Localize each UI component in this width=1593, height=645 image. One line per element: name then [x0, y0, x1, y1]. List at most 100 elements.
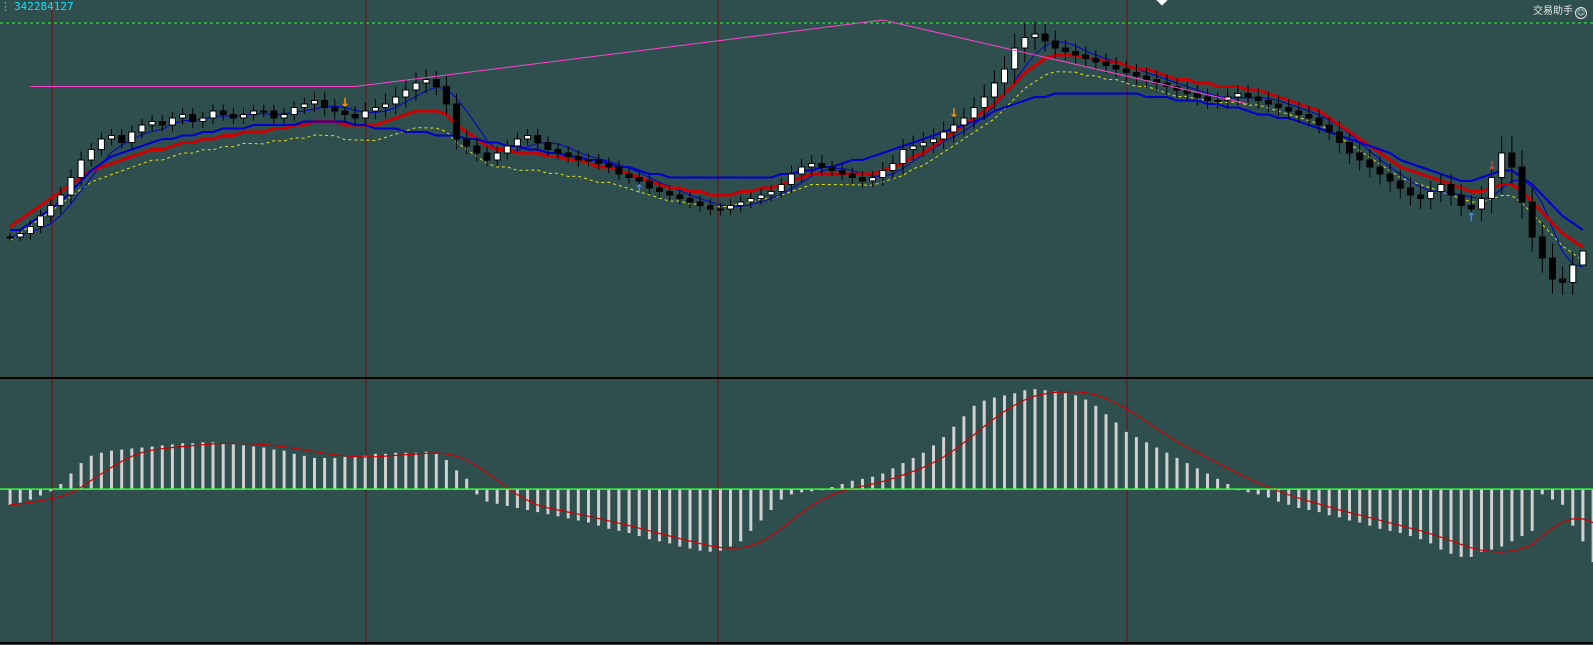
bull-candle[interactable] — [777, 184, 785, 192]
bear-candle[interactable] — [615, 166, 623, 175]
bear-candle[interactable] — [1193, 93, 1201, 98]
bear-candle[interactable] — [828, 166, 836, 171]
bull-candle[interactable] — [290, 107, 298, 115]
bull-candle[interactable] — [311, 100, 318, 105]
bull-candle[interactable] — [879, 170, 887, 178]
bull-candle[interactable] — [1488, 177, 1496, 199]
bear-candle[interactable] — [1041, 33, 1049, 42]
bull-candle[interactable] — [524, 135, 532, 140]
bull-candle[interactable] — [493, 152, 501, 161]
bull-candle[interactable] — [412, 82, 420, 91]
bull-candle[interactable] — [899, 149, 907, 164]
bear-candle[interactable] — [1112, 65, 1120, 70]
bull-candle[interactable] — [361, 110, 369, 119]
bear-candle[interactable] — [574, 156, 582, 161]
bear-candle[interactable] — [1264, 100, 1272, 105]
bear-candle[interactable] — [1295, 110, 1303, 115]
smiley-icon[interactable]: ☺ — [1575, 7, 1587, 19]
bear-candle[interactable] — [1275, 103, 1282, 108]
bull-candle[interactable] — [300, 103, 308, 108]
bull-candle[interactable] — [250, 110, 258, 115]
bull-candle[interactable] — [168, 117, 176, 126]
bull-candle[interactable] — [889, 163, 897, 171]
bear-candle[interactable] — [625, 173, 633, 178]
bear-candle[interactable] — [1457, 194, 1465, 206]
bull-candle[interactable] — [402, 89, 410, 98]
bull-candle[interactable] — [585, 159, 592, 162]
bear-candle[interactable] — [838, 170, 846, 175]
bull-candle[interactable] — [767, 191, 775, 196]
bull-candle[interactable] — [199, 117, 207, 122]
bear-candle[interactable] — [1244, 93, 1252, 98]
bear-candle[interactable] — [453, 103, 461, 140]
bear-candle[interactable] — [1417, 194, 1425, 199]
bear-candle[interactable] — [818, 163, 826, 168]
bear-candle[interactable] — [331, 107, 339, 112]
bear-candle[interactable] — [1132, 72, 1140, 77]
bear-candle[interactable] — [1366, 159, 1374, 168]
bear-candle[interactable] — [1376, 166, 1384, 175]
bull-candle[interactable] — [1569, 264, 1577, 283]
bull-candle[interactable] — [37, 215, 44, 227]
bull-candle[interactable] — [909, 145, 917, 150]
bear-candle[interactable] — [1406, 187, 1414, 196]
bear-candle[interactable] — [595, 159, 603, 164]
bear-candle[interactable] — [1122, 68, 1130, 73]
bear-candle[interactable] — [1346, 142, 1353, 154]
bull-candle[interactable] — [382, 103, 389, 108]
trade-assistant-label[interactable]: 交易助手 ☺ — [1533, 2, 1587, 19]
bear-candle[interactable] — [1538, 236, 1546, 259]
bull-candle[interactable] — [392, 96, 400, 105]
bear-candle[interactable] — [1082, 54, 1090, 59]
bear-candle[interactable] — [859, 177, 866, 182]
bear-candle[interactable] — [1325, 124, 1333, 133]
bull-candle[interactable] — [1234, 93, 1242, 98]
bear-candle[interactable] — [321, 100, 329, 108]
bull-candle[interactable] — [57, 194, 65, 206]
bull-candle[interactable] — [808, 163, 816, 168]
bear-candle[interactable] — [1061, 47, 1069, 52]
bear-candle[interactable] — [1102, 61, 1110, 66]
bear-candle[interactable] — [1386, 173, 1394, 182]
bear-candle[interactable] — [1508, 152, 1516, 168]
bear-candle[interactable] — [219, 110, 227, 115]
bull-candle[interactable] — [1579, 250, 1587, 266]
bear-candle[interactable] — [1072, 51, 1080, 56]
bear-candle[interactable] — [1356, 152, 1364, 161]
bull-candle[interactable] — [503, 145, 511, 154]
bull-candle[interactable] — [128, 131, 136, 143]
bull-candle[interactable] — [422, 79, 430, 84]
bear-candle[interactable] — [1143, 75, 1151, 80]
bear-candle[interactable] — [1467, 205, 1475, 210]
bull-candle[interactable] — [990, 82, 998, 98]
bear-candle[interactable] — [706, 205, 714, 210]
bear-candle[interactable] — [442, 86, 450, 105]
bear-candle[interactable] — [118, 135, 126, 143]
bear-candle[interactable] — [1335, 131, 1343, 143]
bull-candle[interactable] — [940, 131, 948, 140]
bear-candle[interactable] — [351, 114, 359, 119]
bull-candle[interactable] — [950, 124, 958, 133]
bull-candle[interactable] — [26, 226, 34, 234]
bull-candle[interactable] — [240, 114, 247, 119]
bear-candle[interactable] — [1285, 107, 1293, 112]
bear-candle[interactable] — [229, 114, 237, 119]
bear-candle[interactable] — [534, 135, 542, 143]
bear-candle[interactable] — [1549, 257, 1556, 280]
bear-candle[interactable] — [270, 110, 278, 119]
bear-candle[interactable] — [1305, 114, 1313, 119]
bull-candle[interactable] — [798, 166, 806, 175]
bull-candle[interactable] — [1478, 198, 1485, 210]
bull-candle[interactable] — [1001, 68, 1008, 84]
bull-candle[interactable] — [97, 138, 105, 150]
bull-candle[interactable] — [747, 198, 755, 203]
bear-candle[interactable] — [666, 191, 674, 196]
bull-candle[interactable] — [16, 233, 24, 238]
bull-candle[interactable] — [930, 138, 937, 143]
bull-candle[interactable] — [919, 142, 927, 147]
bear-candle[interactable] — [1396, 180, 1404, 189]
bear-candle[interactable] — [645, 180, 653, 189]
bear-candle[interactable] — [605, 163, 613, 168]
bear-candle[interactable] — [1092, 58, 1100, 63]
bear-candle[interactable] — [1518, 166, 1526, 203]
